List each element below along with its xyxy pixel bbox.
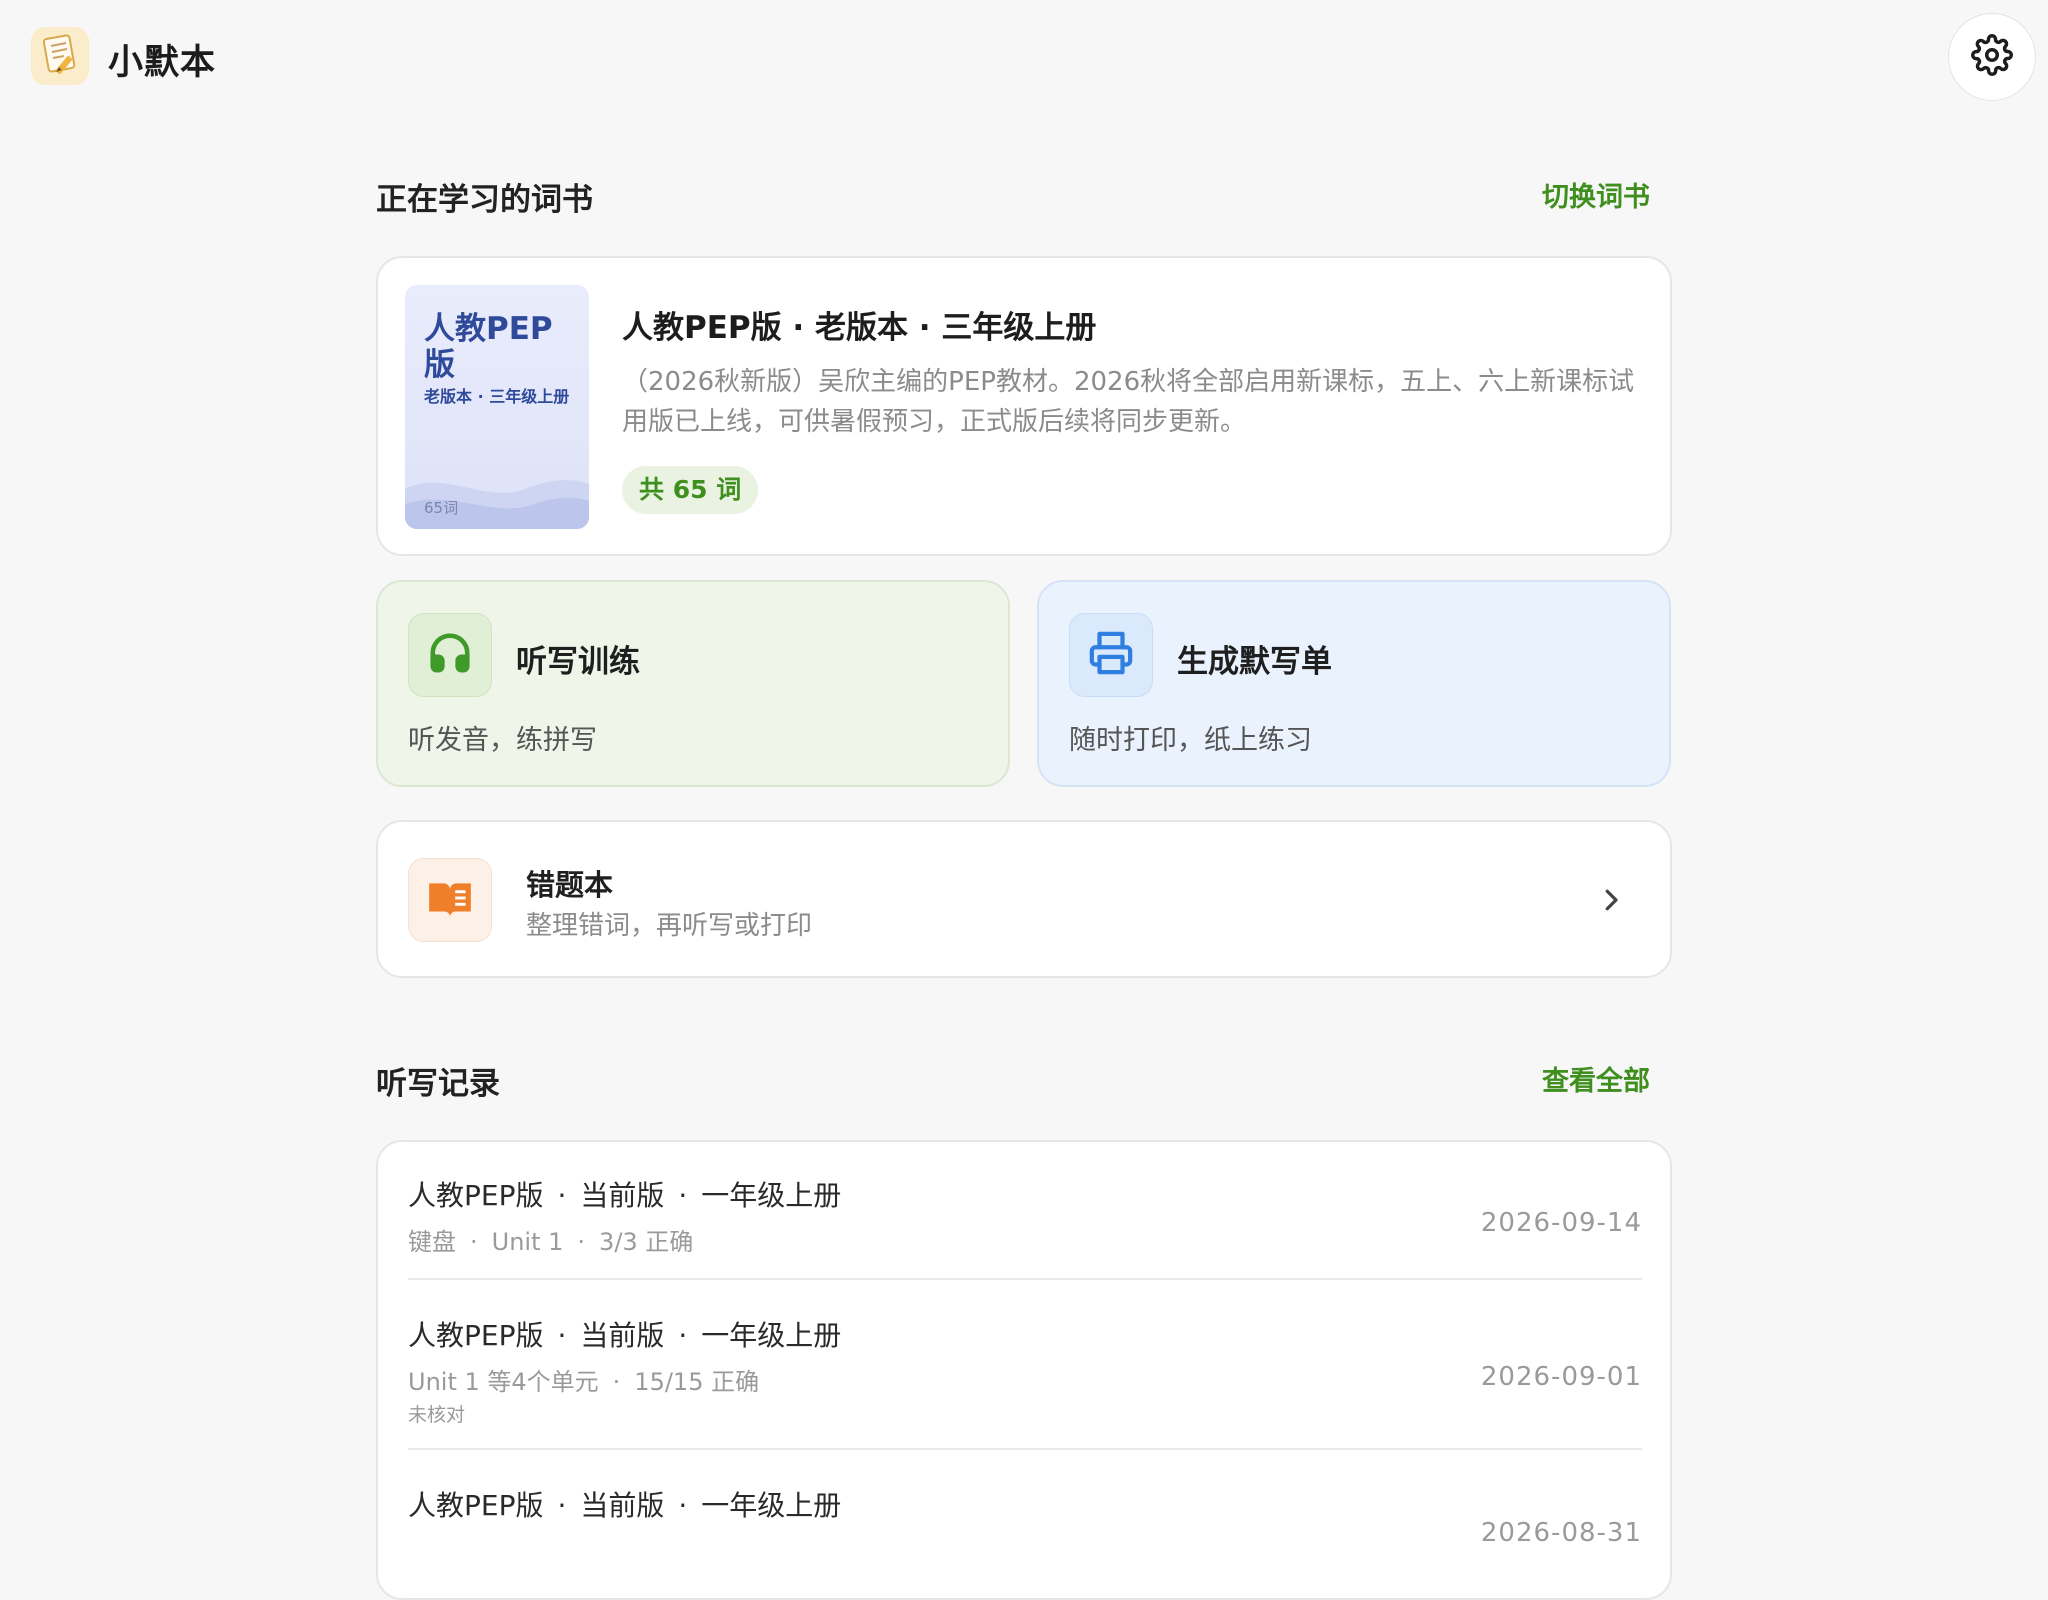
cover-title: 人教PEP版 <box>424 311 553 383</box>
dictation-icon-box <box>408 613 492 697</box>
record-scope: Unit 1 等4个单元 <box>408 1368 599 1396</box>
mistake-book-title: 错题本 <box>526 868 614 902</box>
record-book: 人教PEP版 <box>408 1319 544 1352</box>
generate-worksheet-card[interactable]: 生成默写单 随时打印，纸上练习 <box>1037 580 1671 787</box>
record-meta: Unit 1 等4个单元 · 15/15 正确 <box>408 1368 760 1396</box>
word-count-badge: 共 65 词 <box>622 466 759 514</box>
settings-button[interactable] <box>1948 13 2036 101</box>
history-list-card: 人教PEP版 · 当前版 · 一年级上册 键盘 · Unit 1 · 3/3 正确 2026-0… <box>376 1140 1672 1600</box>
switch-book-link[interactable]: 切换词书 <box>1542 175 1650 214</box>
print-icon-box <box>1069 613 1153 697</box>
dictation-title: 听写训练 <box>516 644 640 680</box>
row-divider <box>408 1278 1642 1280</box>
print-title: 生成默写单 <box>1177 644 1332 680</box>
row-divider <box>408 1448 1642 1450</box>
record-note: 未核对 <box>408 1404 466 1426</box>
book-cover: 人教PEP版 老版本 · 三年级上册 65词 <box>405 285 589 529</box>
print-subtitle: 随时打印，纸上练习 <box>1069 725 1312 756</box>
record-scope: Unit 1 <box>491 1228 564 1256</box>
record-date: 2026-08-31 <box>1480 1518 1642 1548</box>
printer-icon <box>1088 630 1134 680</box>
current-book-card[interactable]: 人教PEP版 老版本 · 三年级上册 65词 人教PEP版 · 老版本 · 三年… <box>376 256 1672 556</box>
view-all-history-link[interactable]: 查看全部 <box>1542 1059 1650 1098</box>
app-title: 小默本 <box>108 43 217 83</box>
history-record-row[interactable]: 人教PEP版 · 当前版 · 一年级上册 2026-08-31 <box>408 1484 1642 1594</box>
record-grade: 一年级上册 <box>701 1489 842 1522</box>
app-logo <box>31 27 89 85</box>
current-book-section-title: 正在学习的词书 <box>376 182 593 218</box>
headphones-icon <box>427 630 473 680</box>
history-record-row[interactable]: 人教PEP版 · 当前版 · 一年级上册 Unit 1 等4个单元 · 15/15 正确 未… <box>408 1314 1642 1444</box>
dictation-subtitle: 听发音，练拼写 <box>408 725 597 756</box>
record-title: 人教PEP版 · 当前版 · 一年级上册 <box>408 1489 842 1522</box>
record-mode: 键盘 <box>408 1228 456 1256</box>
record-date: 2026-09-14 <box>1480 1208 1642 1238</box>
record-score: 15/15 正确 <box>634 1368 760 1396</box>
book-description: （2026秋新版）吴欣主编的PEP教材。2026秋将全部启用新课标，五上、六上新… <box>622 367 1635 437</box>
mistake-book-card[interactable]: 错题本 整理错词，再听写或打印 <box>376 820 1672 978</box>
record-book: 人教PEP版 <box>408 1489 544 1522</box>
chevron-right-icon <box>1594 883 1628 917</box>
cover-word-count: 65词 <box>424 499 459 517</box>
record-title: 人教PEP版 · 当前版 · 一年级上册 <box>408 1319 842 1352</box>
record-book: 人教PEP版 <box>408 1179 544 1212</box>
record-version: 当前版 <box>580 1489 665 1522</box>
record-version: 当前版 <box>580 1319 665 1352</box>
gear-icon <box>1971 34 2013 80</box>
record-title: 人教PEP版 · 当前版 · 一年级上册 <box>408 1179 842 1212</box>
open-book-icon <box>425 873 475 927</box>
history-record-row[interactable]: 人教PEP版 · 当前版 · 一年级上册 键盘 · Unit 1 · 3/3 正确 2026-0… <box>408 1174 1642 1278</box>
book-title: 人教PEP版 · 老版本 · 三年级上册 <box>622 310 1097 346</box>
mistake-icon-box <box>408 858 492 942</box>
record-version: 当前版 <box>580 1179 665 1212</box>
app-header: 小默本 <box>0 0 2048 112</box>
record-grade: 一年级上册 <box>701 1179 842 1212</box>
mistake-book-subtitle: 整理错词，再听写或打印 <box>526 911 813 941</box>
record-meta: 键盘 · Unit 1 · 3/3 正确 <box>408 1228 694 1256</box>
record-score: 3/3 正确 <box>599 1228 694 1256</box>
dictation-training-card[interactable]: 听写训练 听发音，练拼写 <box>376 580 1010 787</box>
record-grade: 一年级上册 <box>701 1319 842 1352</box>
history-section-title: 听写记录 <box>376 1066 500 1102</box>
notebook-pencil-icon <box>37 31 83 81</box>
record-date: 2026-09-01 <box>1480 1362 1642 1392</box>
cover-subtitle: 老版本 · 三年级上册 <box>424 387 570 406</box>
